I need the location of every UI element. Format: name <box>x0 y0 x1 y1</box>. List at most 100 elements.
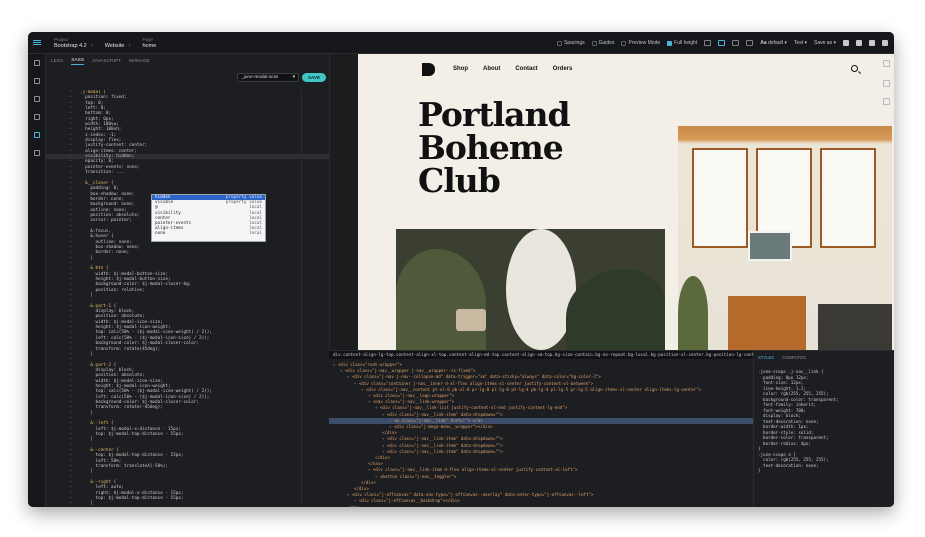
dom-node-text: <nav class="j-nav__link-wrapper"> <box>372 399 455 405</box>
dom-node-text: <div class="j-nav__content pt-xl-0 pb-xl… <box>365 386 702 392</box>
preview-mode-toggle[interactable]: Preview Mode <box>621 40 660 46</box>
dom-node-text: <div class="j-nav__logo-wrapper"> <box>372 393 455 399</box>
code-text: } <box>80 255 93 261</box>
code-text: } <box>80 469 93 475</box>
dom-tree[interactable]: ▾ <div class="root-wrapper"> ▾ <div class… <box>329 359 753 507</box>
trash-icon[interactable] <box>883 98 890 105</box>
logo <box>422 63 435 76</box>
tab-less[interactable]: LESS <box>51 59 63 64</box>
chevron-right-icon: › <box>128 42 131 49</box>
interior-photo <box>678 126 892 350</box>
hero-title: Portland Boheme Club <box>418 95 571 200</box>
project-value: Bootstrap 4.2 <box>54 42 87 49</box>
gear-icon[interactable] <box>28 144 46 162</box>
code-editor-panel: LESS SASS JAVASCRIPT MANAGE _june-modal.… <box>46 54 329 507</box>
components-icon[interactable] <box>28 90 46 108</box>
copy-icon[interactable] <box>883 80 890 87</box>
star-icon[interactable] <box>28 72 46 90</box>
dom-tree-panel: div.content-align-lg-top.content-align-x… <box>329 350 753 507</box>
layers-icon[interactable] <box>28 54 46 72</box>
guides-toggle[interactable]: Guides <box>591 40 614 46</box>
code-text: } <box>80 501 93 507</box>
website-selector[interactable]: Website <box>105 36 125 50</box>
code-text: cursor: pointer; <box>80 218 132 224</box>
tab-sass[interactable]: SASS <box>71 58 85 65</box>
dom-node-text: <div class="j-offcanvas" data-nav-type="… <box>351 492 594 498</box>
dom-node-text: <div class="j-nav__link-list justify-con… <box>379 405 568 411</box>
line-gutter: • <box>69 501 72 507</box>
dom-node-text: </div> <box>382 430 397 436</box>
code-text: top: $j-modal-top-distance - 15px; <box>80 496 184 502</box>
page-selector[interactable]: Page home <box>143 36 157 50</box>
search-icon[interactable] <box>851 65 858 72</box>
tab-computed[interactable]: COMPUTED <box>782 355 806 360</box>
autocomplete-item[interactable]: none local <box>152 231 265 236</box>
desktop-icon[interactable] <box>704 40 712 46</box>
font-default-select[interactable]: Aa default ▾ <box>760 40 787 46</box>
full-height-toggle[interactable]: Full height <box>667 40 697 46</box>
project-selector[interactable]: Project Bootstrap 4.2 <box>54 36 87 50</box>
file-select[interactable]: _june-modal.scss ▾ <box>237 73 299 82</box>
tab-manage[interactable]: MANAGE <box>129 59 150 64</box>
nav-contact[interactable]: Contact <box>515 66 537 72</box>
nav-about[interactable]: About <box>483 66 500 72</box>
code-text: } <box>80 410 93 416</box>
nav-shop[interactable]: Shop <box>453 66 468 72</box>
code-text: } <box>80 293 93 299</box>
tab-javascript[interactable]: JAVASCRIPT <box>92 59 121 64</box>
export-icon[interactable] <box>843 40 849 46</box>
code-icon[interactable] <box>28 126 46 144</box>
code-text: top: $j-modal-top-distance - 15px; <box>80 432 184 437</box>
dom-node-text: <div class="j-nav__link-item" data-dropd… <box>386 436 503 442</box>
dom-node-text: </div> <box>354 486 369 492</box>
mobile-icon[interactable] <box>746 40 754 46</box>
chevron-down-icon: ▾ <box>292 75 295 80</box>
editor-tabs: LESS SASS JAVASCRIPT MANAGE <box>46 54 329 68</box>
dom-breadcrumb[interactable]: div.content-align-lg-top.content-align-x… <box>329 351 753 359</box>
website-label: Website <box>104 42 125 49</box>
save-as-button[interactable]: Save as ▾ <box>814 40 836 46</box>
nav-orders[interactable]: Orders <box>553 66 573 72</box>
settings-icon[interactable] <box>882 40 888 46</box>
code-area[interactable]: • .j-modal {• position: fixed; • top: 0; • … <box>46 90 329 507</box>
dom-node-text: </div> <box>361 479 376 485</box>
page-label: Page <box>142 36 154 42</box>
save-button[interactable]: SAVE <box>302 73 326 82</box>
brush-icon[interactable] <box>28 108 46 126</box>
tab-styles[interactable]: STYLES <box>758 355 774 360</box>
site-preview[interactable]: Shop About Contact Orders Portland Bohem… <box>358 54 894 350</box>
dom-node[interactable]: </div> <box>329 505 753 507</box>
autocomplete-item-name: none <box>155 231 166 237</box>
spacings-toggle[interactable]: Spacings <box>557 40 585 46</box>
autocomplete-item-kind: local <box>249 231 262 237</box>
code-line[interactable]: • } <box>46 501 329 506</box>
laptop-icon[interactable] <box>718 40 726 46</box>
preview-nav: Shop About Contact Orders <box>453 66 572 72</box>
autocomplete-popup[interactable]: hidden property value visible property valu… <box>151 194 266 242</box>
dom-node-text: <div class="root-wrapper"> <box>337 362 403 367</box>
dom-node-text: </div> <box>347 505 362 507</box>
dom-node-text: <div class="j-mega-menu__wrapper"></div> <box>393 424 493 430</box>
dom-node-text: <div class="j-nav__link-item" data-dropd… <box>386 448 503 454</box>
code-text: transform: translateX(-50%); <box>80 464 168 470</box>
dom-node-text: <div class="j-nav j-nav--collapse-md" da… <box>351 374 601 380</box>
menu-icon[interactable] <box>28 32 46 54</box>
panel-icon[interactable] <box>883 60 890 67</box>
styles-code[interactable]: .june-scope .j-nav__link { padding: 0px … <box>754 363 894 474</box>
styles-panel: STYLES COMPUTED .june-scope .j-nav__link… <box>753 350 894 507</box>
dom-node-text: <div class="container j-nav__inner d-xl-… <box>358 380 594 386</box>
dom-node-text: <div class="j-nav__link-item d-flex alig… <box>372 467 578 473</box>
tablet-icon[interactable] <box>732 40 740 46</box>
palette-icon[interactable] <box>856 40 862 46</box>
dom-node-text: </nav> <box>368 461 383 467</box>
top-toolbar: Spacings Guides Preview Mode Full height… <box>557 32 894 54</box>
app-window: Project Bootstrap 4.2 › Website › Page h… <box>28 32 894 507</box>
left-icon-rail <box>28 54 46 507</box>
test-button[interactable]: Test ▾ <box>794 40 807 46</box>
database-icon[interactable] <box>869 40 875 46</box>
dom-node-text: <div class="j-nav__link-item" data-dropd… <box>386 442 503 448</box>
project-label: Project <box>54 36 69 42</box>
chevron-right-icon: › <box>90 42 93 49</box>
plants-photo <box>396 229 665 350</box>
styles-tabs: STYLES COMPUTED <box>754 351 894 363</box>
